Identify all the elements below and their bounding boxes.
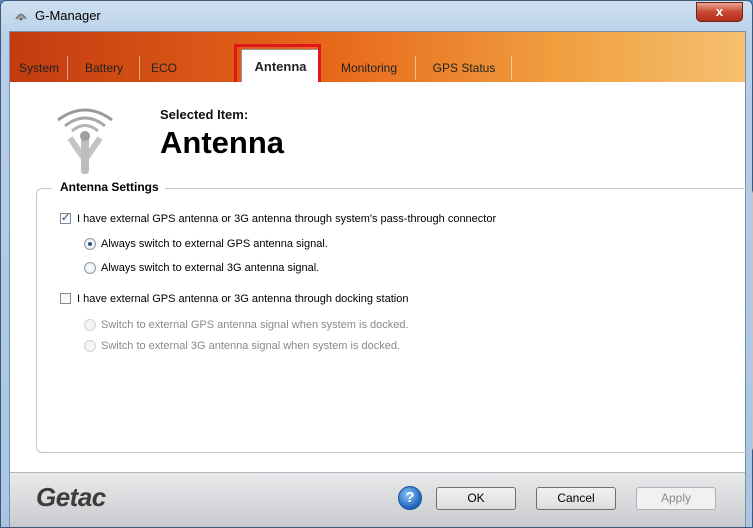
docking-checkbox-label: I have external GPS antenna or 3G antenn… bbox=[77, 293, 409, 305]
tab-gps-status[interactable]: GPS Status bbox=[416, 52, 512, 82]
tab-system[interactable]: System bbox=[10, 52, 68, 82]
radio-label: Switch to external 3G antenna signal whe… bbox=[101, 340, 400, 352]
passthrough-checkbox-label: I have external GPS antenna or 3G antenn… bbox=[77, 213, 497, 225]
radio-button bbox=[84, 319, 96, 331]
antenna-icon bbox=[57, 108, 113, 174]
close-button[interactable]: x bbox=[696, 2, 743, 22]
apply-button: Apply bbox=[636, 487, 716, 510]
client-area: System Battery ECO Antenna Monitoring GP… bbox=[9, 31, 753, 527]
tab-bar: System Battery ECO Antenna Monitoring GP… bbox=[10, 32, 745, 99]
help-icon[interactable]: ? bbox=[398, 486, 422, 510]
gmanager-app-icon bbox=[15, 13, 27, 21]
title-bar[interactable]: G-Manager x bbox=[1, 1, 752, 31]
antenna-panel: Selected Item: Antenna Antenna Settings … bbox=[10, 82, 753, 472]
selected-item-value: Antenna bbox=[160, 125, 284, 160]
radio-label: Switch to external GPS antenna signal wh… bbox=[101, 319, 409, 331]
tab-label: System bbox=[18, 61, 59, 75]
tab-label: GPS Status bbox=[432, 61, 496, 75]
tab-monitoring[interactable]: Monitoring bbox=[322, 52, 416, 82]
radio-label: Always switch to external 3G antenna sig… bbox=[101, 262, 320, 274]
tab-label: Battery bbox=[84, 61, 123, 75]
tab-label: ECO bbox=[150, 61, 177, 75]
tab-battery[interactable]: Battery bbox=[68, 52, 140, 82]
group-title: Antenna Settings bbox=[52, 180, 165, 194]
docking-checkbox[interactable] bbox=[60, 293, 71, 304]
tab-eco[interactable]: ECO bbox=[140, 52, 188, 82]
tab-label: Monitoring bbox=[340, 61, 398, 75]
tab-strip: System Battery ECO Antenna Monitoring GP… bbox=[10, 49, 745, 83]
cancel-button[interactable]: Cancel bbox=[536, 487, 616, 510]
radio-button[interactable] bbox=[84, 262, 96, 274]
window-title: G-Manager bbox=[35, 8, 101, 23]
footer-bar: Getac ? OK Cancel Apply bbox=[10, 472, 745, 527]
ok-button[interactable]: OK bbox=[436, 487, 516, 510]
app-window: G-Manager x System Battery ECO Antenna M… bbox=[0, 0, 753, 528]
passthrough-checkbox[interactable] bbox=[60, 211, 71, 225]
radio-label: Always switch to external GPS antenna si… bbox=[101, 238, 328, 250]
radio-button bbox=[84, 340, 96, 352]
radio-button[interactable] bbox=[84, 238, 96, 250]
getac-logo: Getac bbox=[36, 482, 106, 512]
selected-item-label: Selected Item: bbox=[160, 107, 249, 122]
tab-separator bbox=[511, 56, 512, 80]
